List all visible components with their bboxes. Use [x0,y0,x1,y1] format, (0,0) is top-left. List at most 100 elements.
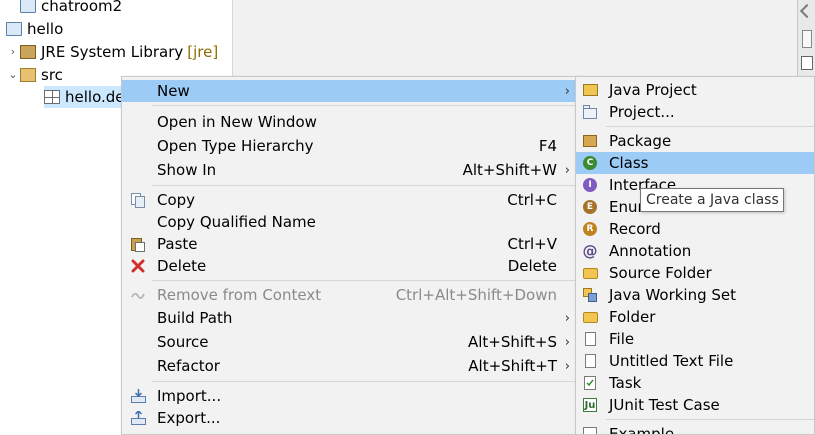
menu-item-copy-qualified-name[interactable]: Copy Qualified Name [122,211,578,233]
menu-item-paste[interactable]: Paste Ctrl+V [122,233,578,255]
submenu-item-annotation[interactable]: @ Annotation [576,240,814,262]
menu-item-show-in[interactable]: Show In Alt+Shift+W › [122,159,578,181]
menu-item-shortcut: Delete [507,257,557,275]
submenu-item-label: Project... [609,103,675,121]
chevron-down-icon[interactable]: ⌄ [6,64,20,86]
project-icon [20,0,36,13]
tree-item-chatroom2[interactable]: chatroom2 [6,0,122,17]
menu-item-new[interactable]: New › [122,80,578,102]
submenu-item-class[interactable]: C Class [576,152,814,174]
submenu-item-label: Java Working Set [609,286,737,304]
submenu-item-label: Source Folder [609,264,712,282]
menu-item-export[interactable]: Export... [122,407,578,429]
menu-item-build-path[interactable]: Build Path › [122,307,578,329]
menu-item-label: Show In [157,161,217,179]
tree-item-decoration: [jre] [187,43,219,61]
submenu-item-label: Untitled Text File [609,352,734,370]
submenu-item-label: Class [609,154,649,172]
menu-item-copy[interactable]: Copy Ctrl+C [122,189,578,211]
menu-item-label: Delete [157,257,207,275]
submenu-item-untitled-text-file[interactable]: Untitled Text File [576,350,814,372]
menu-item-shortcut: F4 [538,137,557,155]
menu-item-label: Refactor [157,357,220,375]
context-menu: New › Open in New Window Open Type Hiera… [121,76,579,435]
annotation-icon: @ [582,242,598,260]
menu-separator [606,419,814,420]
menu-item-label: Build Path [157,309,233,327]
submenu-item-label: Folder [609,308,656,326]
export-icon [130,410,146,426]
enum-icon: E [582,199,598,215]
submenu-item-label: Java Project [609,81,697,99]
submenu-item-record[interactable]: R Record [576,218,814,240]
menu-item-shortcut: Ctrl+Alt+Shift+Down [395,286,557,304]
copy-icon [130,192,146,208]
menu-item-remove-from-context[interactable]: Remove from Context Ctrl+Alt+Shift+Down [122,284,578,306]
record-icon: R [582,221,598,237]
submenu-item-java-working-set[interactable]: Java Working Set [576,284,814,306]
tree-item-label: JRE System Library [41,43,184,61]
menu-item-source[interactable]: Source Alt+Shift+S › [122,331,578,353]
menu-item-label: Paste [157,235,198,253]
menu-item-import[interactable]: Import... [122,385,578,407]
chevron-right-icon: › [564,358,570,374]
submenu-item-label: Package [609,132,672,150]
tree-item-label: chatroom2 [41,0,123,15]
menu-separator [152,280,576,281]
menu-separator [152,381,576,382]
tree-item-hello[interactable]: hello [6,18,63,40]
tree-item-label: src [41,66,63,84]
chevron-right-icon: › [564,83,570,99]
tree-item-label: hello [27,20,64,38]
delete-x-icon [130,258,146,274]
submenu-item-file[interactable]: File [576,328,814,350]
submenu-item-folder[interactable]: Folder [576,306,814,328]
menu-item-shortcut: Alt+Shift+T [468,357,557,375]
tree-item-jre-library[interactable]: › JRE System Library [jre] [6,41,218,63]
menu-item-open-new-window[interactable]: Open in New Window [122,111,578,133]
menu-item-shortcut: Ctrl+C [507,191,557,209]
submenu-item-label: Example... [609,425,689,435]
menu-item-open-type-hierarchy[interactable]: Open Type Hierarchy F4 [122,135,578,157]
menu-item-shortcut: Ctrl+V [507,235,557,253]
junit-icon: Ju [583,398,597,412]
menu-item-label: Source [157,333,209,351]
menu-item-label: Export... [157,409,221,427]
menu-item-delete[interactable]: Delete Delete [122,255,578,277]
chevron-right-icon[interactable]: › [6,41,20,63]
project-icon [6,22,22,36]
menu-item-label: Open in New Window [157,113,317,131]
tooltip: Create a Java class [640,188,784,212]
file-icon [582,331,598,347]
submenu-item-source-folder[interactable]: Source Folder [576,262,814,284]
source-folder-icon [582,265,598,281]
menu-item-label: Copy Qualified Name [157,213,316,231]
menu-item-label: Copy [157,191,196,209]
view-icon[interactable] [802,30,812,48]
submenu-item-label: Task [609,374,642,392]
menu-item-label: Open Type Hierarchy [157,137,314,155]
remove-context-icon [130,287,146,303]
collapse-icon[interactable] [799,3,815,19]
package-icon [44,90,60,104]
tree-item-src[interactable]: ⌄ src [6,64,63,86]
text-file-icon [582,353,598,369]
submenu-item-package[interactable]: Package [576,130,814,152]
submenu-item-example[interactable]: Example... [576,423,814,435]
menu-separator [152,185,576,186]
submenu-item-java-project[interactable]: Java Project [576,79,814,101]
submenu-item-junit-test-case[interactable]: Ju JUnit Test Case [576,394,814,416]
submenu-item-label: JUnit Test Case [609,396,720,414]
submenu-item-task[interactable]: Task [576,372,814,394]
submenu-item-project[interactable]: Project... [576,101,814,123]
library-icon [20,45,36,59]
menu-item-refactor[interactable]: Refactor Alt+Shift+T › [122,355,578,377]
folder-icon [582,309,598,325]
working-set-icon [582,287,598,303]
package-icon [582,133,598,149]
new-submenu: Java Project Project... Package C Class … [575,76,815,435]
tree-item-hello-package[interactable]: hello.de [44,86,131,108]
chevron-right-icon: › [564,310,570,326]
interface-icon: I [582,177,598,193]
restore-icon[interactable] [801,56,813,70]
